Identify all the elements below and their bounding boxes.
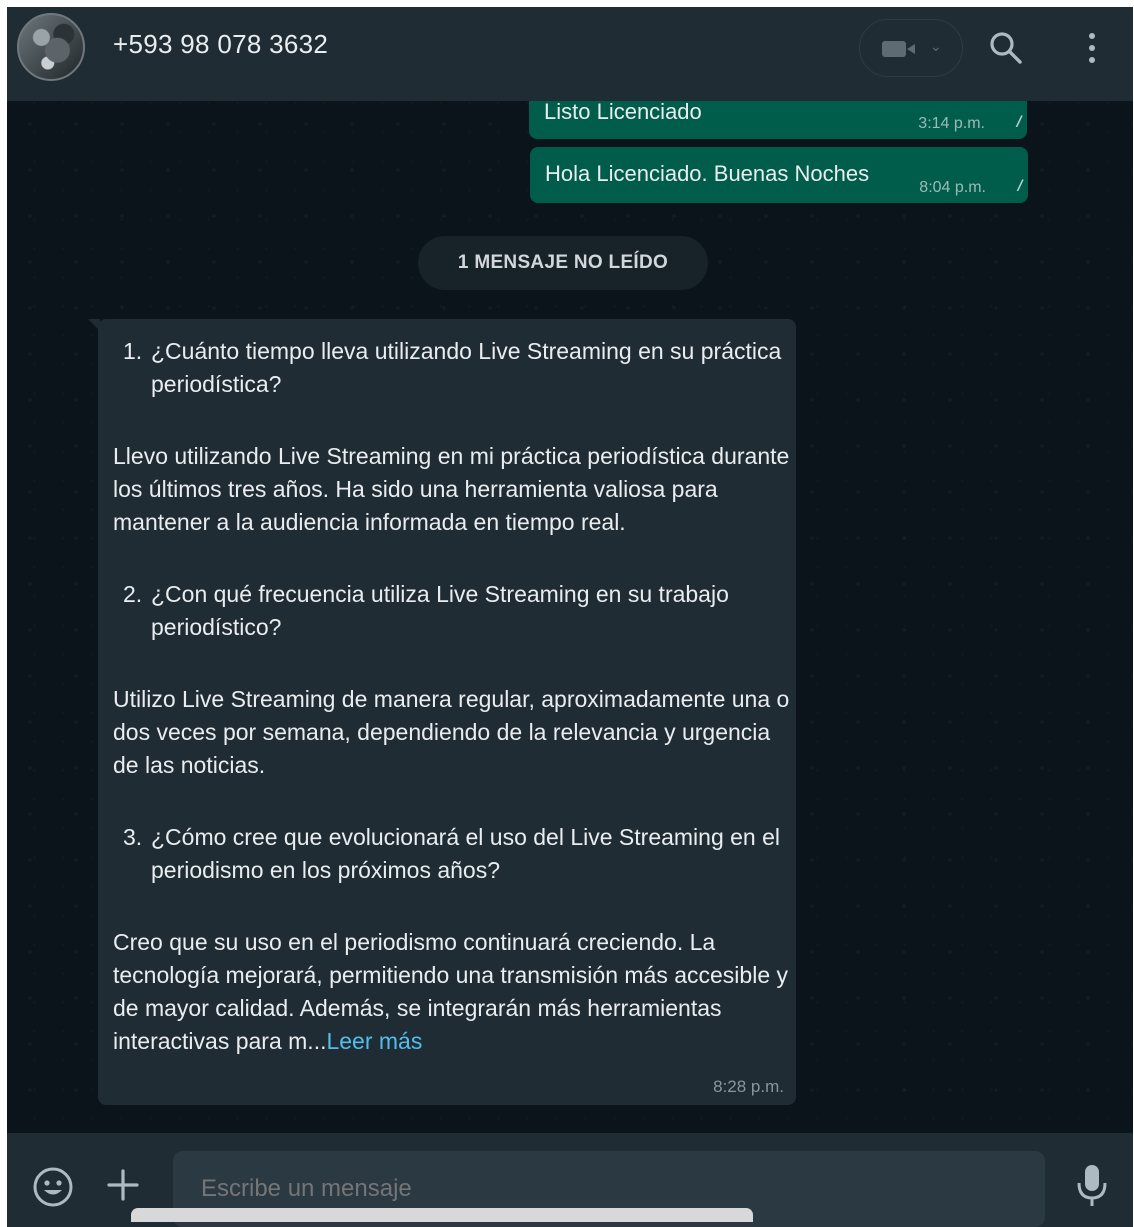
contact-name[interactable]: +593 98 078 3632 <box>113 29 328 60</box>
emoji-icon[interactable] <box>31 1165 75 1209</box>
search-icon[interactable] <box>987 29 1025 67</box>
answer-text-truncated: Creo que su uso en el periodismo continu… <box>113 929 788 1054</box>
avatar[interactable] <box>17 13 85 81</box>
incoming-message[interactable]: 1. ¿Cuánto tiempo lleva utilizando Live … <box>88 319 796 1105</box>
list-number: 2. <box>123 581 143 607</box>
message-text: Hola Licenciado. Buenas Noches <box>545 161 870 186</box>
answer-text: Llevo utilizando Live Streaming en mi pr… <box>113 443 790 535</box>
read-more-link[interactable]: Leer más <box>326 1028 422 1054</box>
chevron-down-icon: ⌄ <box>930 38 942 54</box>
chat-header: +593 98 078 3632 ⌄ <box>7 7 1133 101</box>
question-item: 3. ¿Cómo cree que evolucionará el uso de… <box>123 821 793 887</box>
video-call-button[interactable]: ⌄ <box>859 19 963 77</box>
chat-window: +593 98 078 3632 ⌄ Listo Licenciado 3:14… <box>7 7 1133 1227</box>
message-body: 1. ¿Cuánto tiempo lleva utilizando Live … <box>113 335 793 1058</box>
message-list[interactable]: Listo Licenciado 3:14 p.m. // Hola Licen… <box>7 101 1133 1133</box>
plus-icon[interactable] <box>105 1167 141 1203</box>
question-text: ¿Con qué frecuencia utiliza Live Streami… <box>151 581 729 640</box>
list-number: 1. <box>123 338 143 364</box>
message-time: 8:28 p.m. <box>713 1077 784 1096</box>
question-text: ¿Cuánto tiempo lleva utilizando Live Str… <box>151 338 782 397</box>
question-text: ¿Cómo cree que evolucionará el uso del L… <box>151 824 781 883</box>
scroll-indicator[interactable] <box>131 1208 753 1222</box>
message-time: 8:04 p.m. <box>919 179 986 196</box>
list-number: 3. <box>123 824 143 850</box>
answer-text: Creo que su uso en el periodismo continu… <box>113 926 793 1058</box>
question-item: 2. ¿Con qué frecuencia utiliza Live Stre… <box>123 578 793 644</box>
mic-icon[interactable] <box>1075 1163 1109 1209</box>
video-call-icon <box>882 41 915 57</box>
menu-icon[interactable] <box>1077 29 1107 69</box>
answer-text: Utilizo Live Streaming de manera regular… <box>113 686 790 778</box>
outgoing-message[interactable]: Hola Licenciado. Buenas Noches 8:04 p.m.… <box>530 147 1028 203</box>
message-text: Listo Licenciado <box>544 101 702 124</box>
unread-divider: 1 MENSAJE NO LEÍDO <box>418 236 708 290</box>
message-time: 3:14 p.m. <box>918 115 985 132</box>
question-item: 1. ¿Cuánto tiempo lleva utilizando Live … <box>123 335 793 401</box>
outgoing-message[interactable]: Listo Licenciado 3:14 p.m. // <box>529 101 1027 139</box>
